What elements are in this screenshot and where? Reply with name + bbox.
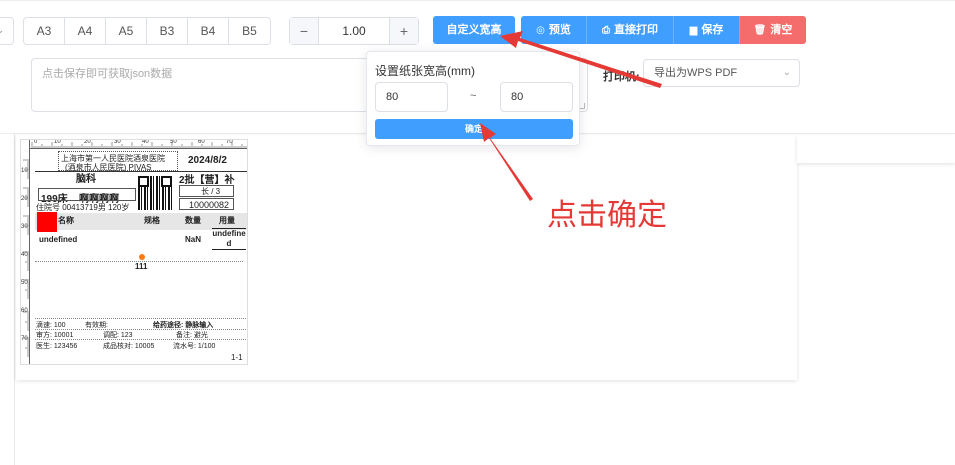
json-placeholder: 点击保存即可获取json数据 xyxy=(42,68,173,80)
department-name: 脑科 xyxy=(76,174,96,185)
ruler-left-tick: 30 xyxy=(21,224,28,230)
printer-selected-value: 导出为WPS PDF xyxy=(654,67,738,79)
action-button-group: ◎ 预览 ⎙ 直接打印 ▆ 保存 🗑 清空 xyxy=(521,16,806,44)
col-qty-header: 数量 xyxy=(185,216,201,225)
ruler-top-tick: 0 xyxy=(34,139,38,145)
batch-label: 2批【营】补 xyxy=(179,175,235,186)
total-value: 111 xyxy=(135,262,148,271)
zoom-increase-button[interactable]: + xyxy=(389,18,418,44)
drug-dose-cell: undefined xyxy=(212,228,246,250)
ruler-left-tick: 50 xyxy=(21,280,28,286)
printer-icon: ⎙ xyxy=(602,25,610,36)
ruler-left-tick: 70 xyxy=(21,336,28,342)
page-indicator: 1-1 xyxy=(231,353,243,362)
label-date: 2024/8/2 xyxy=(188,155,227,166)
print-label-preview[interactable]: 0 10 20 30 40 50 60 70 10 20 30 40 50 60… xyxy=(20,139,248,365)
verifier-info: 成品核对: 10005 xyxy=(103,343,155,350)
paper-a4-button[interactable]: A4 xyxy=(65,18,106,44)
ruler-top-tick: 50 xyxy=(170,139,177,145)
ruler-top: 0 10 20 30 40 50 60 70 xyxy=(21,139,247,149)
col-name-header: 名称 xyxy=(58,216,74,225)
col-dose-header: 用量 xyxy=(219,216,235,225)
ruler-top-tick: 70 xyxy=(226,139,233,145)
drug-name-cell: undefined xyxy=(39,235,78,244)
paper-size-group: A3 A4 A5 B3 B4 B5 xyxy=(23,17,271,45)
template-select-edge[interactable]: ⌄ xyxy=(0,17,14,45)
ruler-top-tick: 10 xyxy=(54,139,61,145)
ruler-left-tick: 20 xyxy=(21,196,28,202)
chevron-down-icon: ⌄ xyxy=(0,25,5,36)
eye-icon: ◎ xyxy=(536,25,545,36)
paper-a5-button[interactable]: A5 xyxy=(106,18,147,44)
printer-select[interactable]: 导出为WPS PDF ⌄ xyxy=(643,59,800,87)
printer-label: 打印机: xyxy=(603,71,640,83)
ruler-top-tick: 40 xyxy=(142,139,149,145)
save-label: 保存 xyxy=(701,24,724,36)
right-panel xyxy=(797,135,955,163)
order-number-box xyxy=(179,198,234,210)
save-button[interactable]: ▆ 保存 xyxy=(674,16,740,44)
ruler-left: 10 20 30 40 50 60 70 xyxy=(21,140,30,364)
chevron-down-icon: ⌄ xyxy=(782,67,791,78)
ruler-top-tick: 30 xyxy=(114,139,121,145)
paper-height-input[interactable]: 80 xyxy=(500,82,573,112)
clear-button[interactable]: 🗑 清空 xyxy=(740,16,806,44)
zoom-value-input[interactable]: 1.00 xyxy=(319,18,389,44)
drug-qty-cell: NaN xyxy=(185,235,202,244)
preview-button[interactable]: ◎ 预览 xyxy=(521,16,587,44)
zoom-stepper: − 1.00 + xyxy=(289,17,419,45)
patient-box xyxy=(38,188,136,201)
save-icon: ▆ xyxy=(689,25,698,36)
annotation-text: 点击确定 xyxy=(547,198,667,233)
preview-label: 预览 xyxy=(548,24,571,36)
col-spec-header: 规格 xyxy=(144,216,160,225)
qr-code xyxy=(138,176,172,210)
direct-print-button[interactable]: ⎙ 直接打印 xyxy=(587,16,674,44)
serial-number: 流水号: 1/100 xyxy=(173,343,216,350)
paper-b4-button[interactable]: B4 xyxy=(188,18,229,44)
hospital-name-box xyxy=(58,151,178,171)
long-term-box xyxy=(179,185,234,197)
clear-label: 清空 xyxy=(770,24,793,36)
trash-icon: 🗑 xyxy=(753,25,767,36)
ruler-left-tick: 10 xyxy=(21,168,28,174)
paper-b5-button[interactable]: B5 xyxy=(229,18,270,44)
ruler-top-tick: 60 xyxy=(198,139,205,145)
ruler-left-tick: 60 xyxy=(21,308,28,314)
custom-size-button[interactable]: 自定义宽高 xyxy=(433,16,515,44)
paper-a3-button[interactable]: A3 xyxy=(24,18,65,44)
doctor-info: 医生: 123456 xyxy=(36,343,78,350)
ruler-left-tick: 40 xyxy=(21,252,28,258)
paper-size-popover: 设置纸张宽高(mm) 80 ~ 80 确定 xyxy=(366,51,580,146)
left-panel-edge xyxy=(14,133,15,465)
paper-width-input[interactable]: 80 xyxy=(375,82,448,112)
zoom-decrease-button[interactable]: − xyxy=(290,18,319,44)
direct-print-label: 直接打印 xyxy=(614,24,658,36)
popover-title: 设置纸张宽高(mm) xyxy=(375,64,475,78)
resize-handle[interactable] xyxy=(139,254,145,260)
footer-rule xyxy=(35,339,247,340)
range-separator: ~ xyxy=(470,90,477,102)
top-divider xyxy=(0,0,955,1)
highlight-marker[interactable] xyxy=(37,212,57,232)
ruler-top-tick: 20 xyxy=(84,139,91,145)
paper-b3-button[interactable]: B3 xyxy=(147,18,188,44)
footer-rule xyxy=(35,318,247,319)
confirm-button[interactable]: 确定 xyxy=(375,119,573,139)
